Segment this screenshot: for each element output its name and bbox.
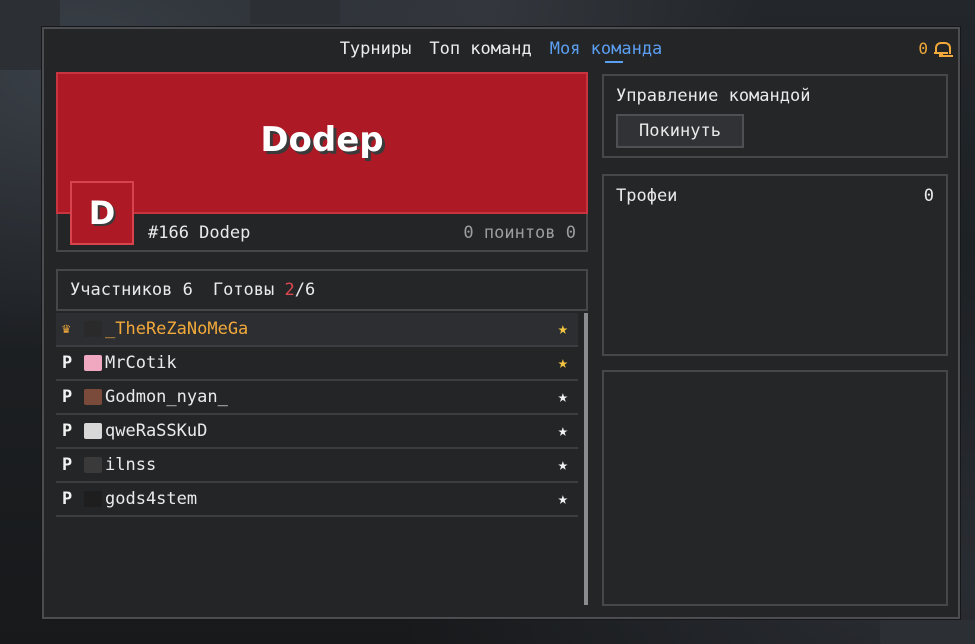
trophy-count: 0: [923, 186, 934, 206]
team-info-bar: #166 Dodep 0 поинтов 0: [56, 214, 588, 252]
player-avatar: [84, 423, 102, 439]
star-icon[interactable]: ★: [558, 421, 568, 441]
ready-label: Готовы: [212, 280, 275, 300]
tab-my-team[interactable]: Моя команда: [550, 39, 662, 63]
management-title: Управление командой: [616, 86, 811, 106]
player-role-icon: P: [62, 489, 73, 509]
player-avatar: [84, 491, 102, 507]
crown-icon: ♛: [62, 321, 71, 337]
tab-bar: Турниры Топ команд Моя команда: [44, 39, 958, 63]
member-row[interactable]: P gods4stem ★: [56, 483, 578, 517]
player-avatar: [84, 355, 102, 371]
bell-icon: [934, 41, 951, 57]
ready-total: /6: [294, 280, 316, 300]
team-points: 0 поинтов 0: [463, 223, 576, 243]
team-panel: Турниры Топ команд Моя команда 0 Dodep #…: [42, 27, 960, 619]
members-header: Участников 6 Готовы 2/6: [56, 269, 588, 311]
team-banner: Dodep: [56, 72, 588, 214]
team-tag: #166 Dodep: [148, 223, 251, 243]
leave-button[interactable]: Покинуть: [616, 114, 744, 148]
trophies-box: Трофеи 0: [602, 174, 948, 356]
notification-count: 0: [918, 39, 928, 58]
player-avatar: [84, 389, 102, 405]
player-role-icon: P: [62, 387, 73, 407]
player-role-icon: P: [62, 353, 73, 373]
member-row[interactable]: P ilnss ★: [56, 449, 578, 483]
member-row[interactable]: P MrCotik ★: [56, 347, 578, 381]
member-nick: MrCotik: [105, 353, 177, 373]
star-icon[interactable]: ★: [558, 353, 568, 373]
tab-tournaments[interactable]: Турниры: [340, 39, 412, 63]
empty-box: [602, 370, 948, 606]
player-role-icon: P: [62, 421, 73, 441]
tab-top-teams[interactable]: Топ команд: [429, 39, 531, 63]
member-nick: Godmon_nyan_: [105, 387, 228, 407]
player-avatar: [84, 321, 102, 337]
member-nick: _TheReZaNoMeGa: [105, 319, 249, 339]
member-list: ♛ _TheReZaNoMeGa ★ P MrCotik ★ P Godmon_…: [56, 313, 578, 517]
member-row[interactable]: ♛ _TheReZaNoMeGa ★: [56, 313, 578, 347]
star-icon[interactable]: ★: [558, 387, 568, 407]
members-count: Участников 6: [70, 280, 193, 300]
star-icon[interactable]: ★: [558, 455, 568, 475]
member-list-scrollbar[interactable]: [584, 313, 588, 605]
background-block: [880, 620, 975, 644]
member-row[interactable]: P Godmon_nyan_ ★: [56, 381, 578, 415]
player-role-icon: P: [62, 455, 73, 475]
ready-count: 2: [284, 280, 295, 300]
notifications-button[interactable]: 0: [918, 39, 951, 58]
trophies-title: Трофеи: [616, 186, 678, 206]
member-nick: gods4stem: [105, 489, 198, 509]
star-icon[interactable]: ★: [558, 319, 568, 339]
member-nick: ilnss: [105, 455, 157, 475]
team-logo: D: [70, 181, 134, 245]
team-name: Dodep: [260, 120, 384, 160]
star-icon[interactable]: ★: [558, 489, 568, 509]
player-avatar: [84, 457, 102, 473]
background-block: [250, 0, 340, 24]
team-management-box: Управление командой Покинуть: [602, 74, 948, 158]
member-row[interactable]: P qweRaSSKuD ★: [56, 415, 578, 449]
member-nick: qweRaSSKuD: [105, 421, 208, 441]
